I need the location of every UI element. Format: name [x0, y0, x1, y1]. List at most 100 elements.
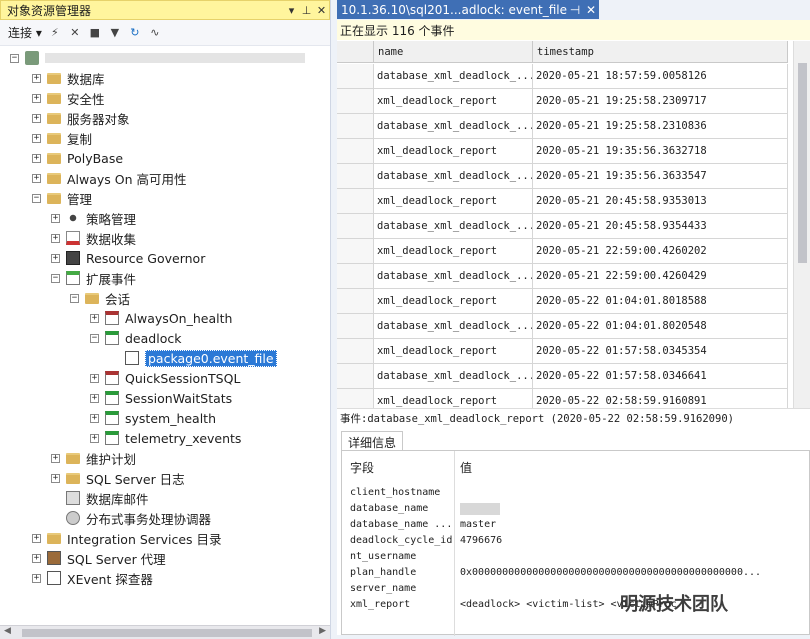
row-header[interactable] [337, 239, 374, 264]
expand-icon[interactable]: + [32, 73, 41, 83]
table-row[interactable]: database_xml_deadlock_... 2020-05-21 19:2… [337, 114, 788, 139]
expand-icon[interactable]: + [32, 93, 41, 103]
connect-plug-icon[interactable]: ⚡ [48, 26, 62, 40]
cell-name[interactable]: xml_deadlock_report [374, 189, 533, 214]
tree-node[interactable]: + 安全性 [32, 88, 105, 108]
row-header[interactable] [337, 64, 374, 89]
row-header[interactable] [337, 264, 374, 289]
tree-node[interactable]: − deadlock [90, 328, 181, 348]
cell-name[interactable]: database_xml_deadlock_... [374, 164, 533, 189]
row-header[interactable] [337, 364, 374, 389]
column-header-name[interactable]: name [374, 41, 533, 63]
refresh-icon[interactable]: ↻ [128, 26, 142, 40]
close-icon[interactable]: ✕ [314, 4, 329, 17]
table-row[interactable]: database_xml_deadlock_... 2020-05-21 19:3… [337, 164, 788, 189]
cell-timestamp[interactable]: 2020-05-21 22:59:00.4260429 [533, 264, 788, 289]
detail-row[interactable]: server_name [342, 583, 810, 599]
pin-tab-icon[interactable]: ⊣ [567, 3, 583, 17]
close-tab-icon[interactable]: ✕ [583, 3, 599, 17]
tab-details[interactable]: 详细信息 [341, 431, 404, 451]
expand-icon[interactable]: + [90, 373, 99, 383]
cell-name[interactable]: xml_deadlock_report [374, 239, 533, 264]
tree-node[interactable]: + 维护计划 [51, 448, 136, 468]
table-row[interactable]: database_xml_deadlock_... 2020-05-22 01:0… [337, 314, 788, 339]
cell-name[interactable]: xml_deadlock_report [374, 89, 533, 114]
tree-node[interactable]: + 数据收集 [51, 228, 136, 248]
row-header[interactable] [337, 114, 374, 139]
tree-node[interactable]: + PolyBase [32, 148, 123, 168]
tree-node[interactable]: + AlwaysOn_health [90, 308, 232, 328]
scrollbar-thumb[interactable] [22, 629, 312, 637]
tree-node[interactable]: + XEvent 探查器 [32, 568, 153, 588]
tab-event-file[interactable]: 10.1.36.10\sql201...adlock: event_file ⊣… [337, 0, 599, 19]
table-row[interactable]: xml_deadlock_report 2020-05-21 20:45:58.9… [337, 189, 788, 214]
row-header[interactable] [337, 314, 374, 339]
expand-icon[interactable]: + [51, 453, 60, 463]
filter-icon[interactable]: ▼ [108, 26, 122, 40]
expand-icon[interactable]: + [32, 173, 41, 183]
tree-node[interactable]: + 服务器对象 [32, 108, 130, 128]
cell-timestamp[interactable]: 2020-05-21 18:57:59.0058126 [533, 64, 788, 89]
expand-icon[interactable]: + [51, 233, 60, 243]
tree-node[interactable]: + SessionWaitStats [90, 388, 232, 408]
scroll-right-icon[interactable]: ▶ [319, 626, 326, 636]
expand-icon[interactable]: + [32, 133, 41, 143]
connect-button[interactable]: 连接 ▾ [8, 24, 42, 41]
collapse-icon[interactable]: − [90, 333, 99, 343]
cell-name[interactable]: xml_deadlock_report [374, 339, 533, 364]
cell-name[interactable]: database_xml_deadlock_... [374, 364, 533, 389]
tree-node[interactable]: + SQL Server 日志 [51, 468, 185, 488]
collapse-icon[interactable]: − [10, 53, 19, 63]
row-header[interactable] [337, 89, 374, 114]
tree-node[interactable]: − 会话 [70, 288, 130, 308]
expand-icon[interactable]: + [32, 573, 41, 583]
cell-timestamp[interactable]: 2020-05-21 19:25:58.2309717 [533, 89, 788, 114]
activity-monitor-icon[interactable]: ∿ [148, 26, 162, 40]
tree-node[interactable]: + Always On 高可用性 [32, 168, 187, 188]
tree-node[interactable]: package0.event_file [110, 348, 277, 368]
disconnect-plug-icon[interactable]: ✕ [68, 26, 82, 40]
cell-timestamp[interactable]: 2020-05-21 19:35:56.3632718 [533, 139, 788, 164]
detail-row[interactable]: plan_handle 0x000000000000000000000000000… [342, 567, 810, 583]
tree-node[interactable]: 分布式事务处理协调器 [51, 508, 211, 528]
detail-row[interactable]: xml_report <deadlock> <victim-list> <vict… [342, 599, 810, 615]
row-header[interactable] [337, 189, 374, 214]
detail-row[interactable]: nt_username [342, 551, 810, 567]
detail-row[interactable]: database_name [342, 503, 810, 519]
table-row[interactable]: database_xml_deadlock_... 2020-05-21 22:5… [337, 264, 788, 289]
cell-timestamp[interactable]: 2020-05-21 19:25:58.2310836 [533, 114, 788, 139]
cell-timestamp[interactable]: 2020-05-22 01:04:01.8020548 [533, 314, 788, 339]
expand-icon[interactable]: + [51, 253, 60, 263]
tree-node[interactable]: + 策略管理 [51, 208, 136, 228]
row-header[interactable] [337, 289, 374, 314]
table-row[interactable]: xml_deadlock_report 2020-05-21 22:59:00.4… [337, 239, 788, 264]
table-row[interactable]: database_xml_deadlock_... 2020-05-21 20:4… [337, 214, 788, 239]
tree-node[interactable]: 数据库邮件 [51, 488, 149, 508]
expand-icon[interactable]: + [90, 433, 99, 443]
scrollbar-thumb[interactable] [798, 63, 807, 263]
collapse-icon[interactable]: − [51, 273, 60, 283]
table-row[interactable]: xml_deadlock_report 2020-05-21 19:35:56.3… [337, 139, 788, 164]
table-row[interactable]: xml_deadlock_report 2020-05-22 01:04:01.8… [337, 289, 788, 314]
detail-row[interactable]: database_name ... master [342, 519, 810, 535]
cell-timestamp[interactable]: 2020-05-22 01:57:58.0345354 [533, 339, 788, 364]
row-header[interactable] [337, 139, 374, 164]
tree-node[interactable]: + SQL Server 代理 [32, 548, 166, 568]
tree-server-node[interactable]: − [10, 48, 305, 68]
collapse-icon[interactable]: − [70, 293, 79, 303]
table-row[interactable]: xml_deadlock_report 2020-05-21 19:25:58.2… [337, 89, 788, 114]
collapse-icon[interactable]: − [32, 193, 41, 203]
cell-name[interactable]: xml_deadlock_report [374, 139, 533, 164]
tree-node[interactable]: + system_health [90, 408, 216, 428]
expand-icon[interactable]: + [32, 153, 41, 163]
column-header-timestamp[interactable]: timestamp [533, 41, 788, 63]
horizontal-scrollbar[interactable]: ◀ ▶ [0, 625, 330, 639]
tree-node[interactable]: + QuickSessionTSQL [90, 368, 240, 388]
tree-node[interactable]: − 管理 [32, 188, 92, 208]
cell-timestamp[interactable]: 2020-05-21 19:35:56.3633547 [533, 164, 788, 189]
cell-name[interactable]: database_xml_deadlock_... [374, 64, 533, 89]
expand-icon[interactable]: + [90, 413, 99, 423]
cell-name[interactable]: database_xml_deadlock_... [374, 214, 533, 239]
cell-name[interactable]: database_xml_deadlock_... [374, 264, 533, 289]
expand-icon[interactable]: + [51, 213, 60, 223]
